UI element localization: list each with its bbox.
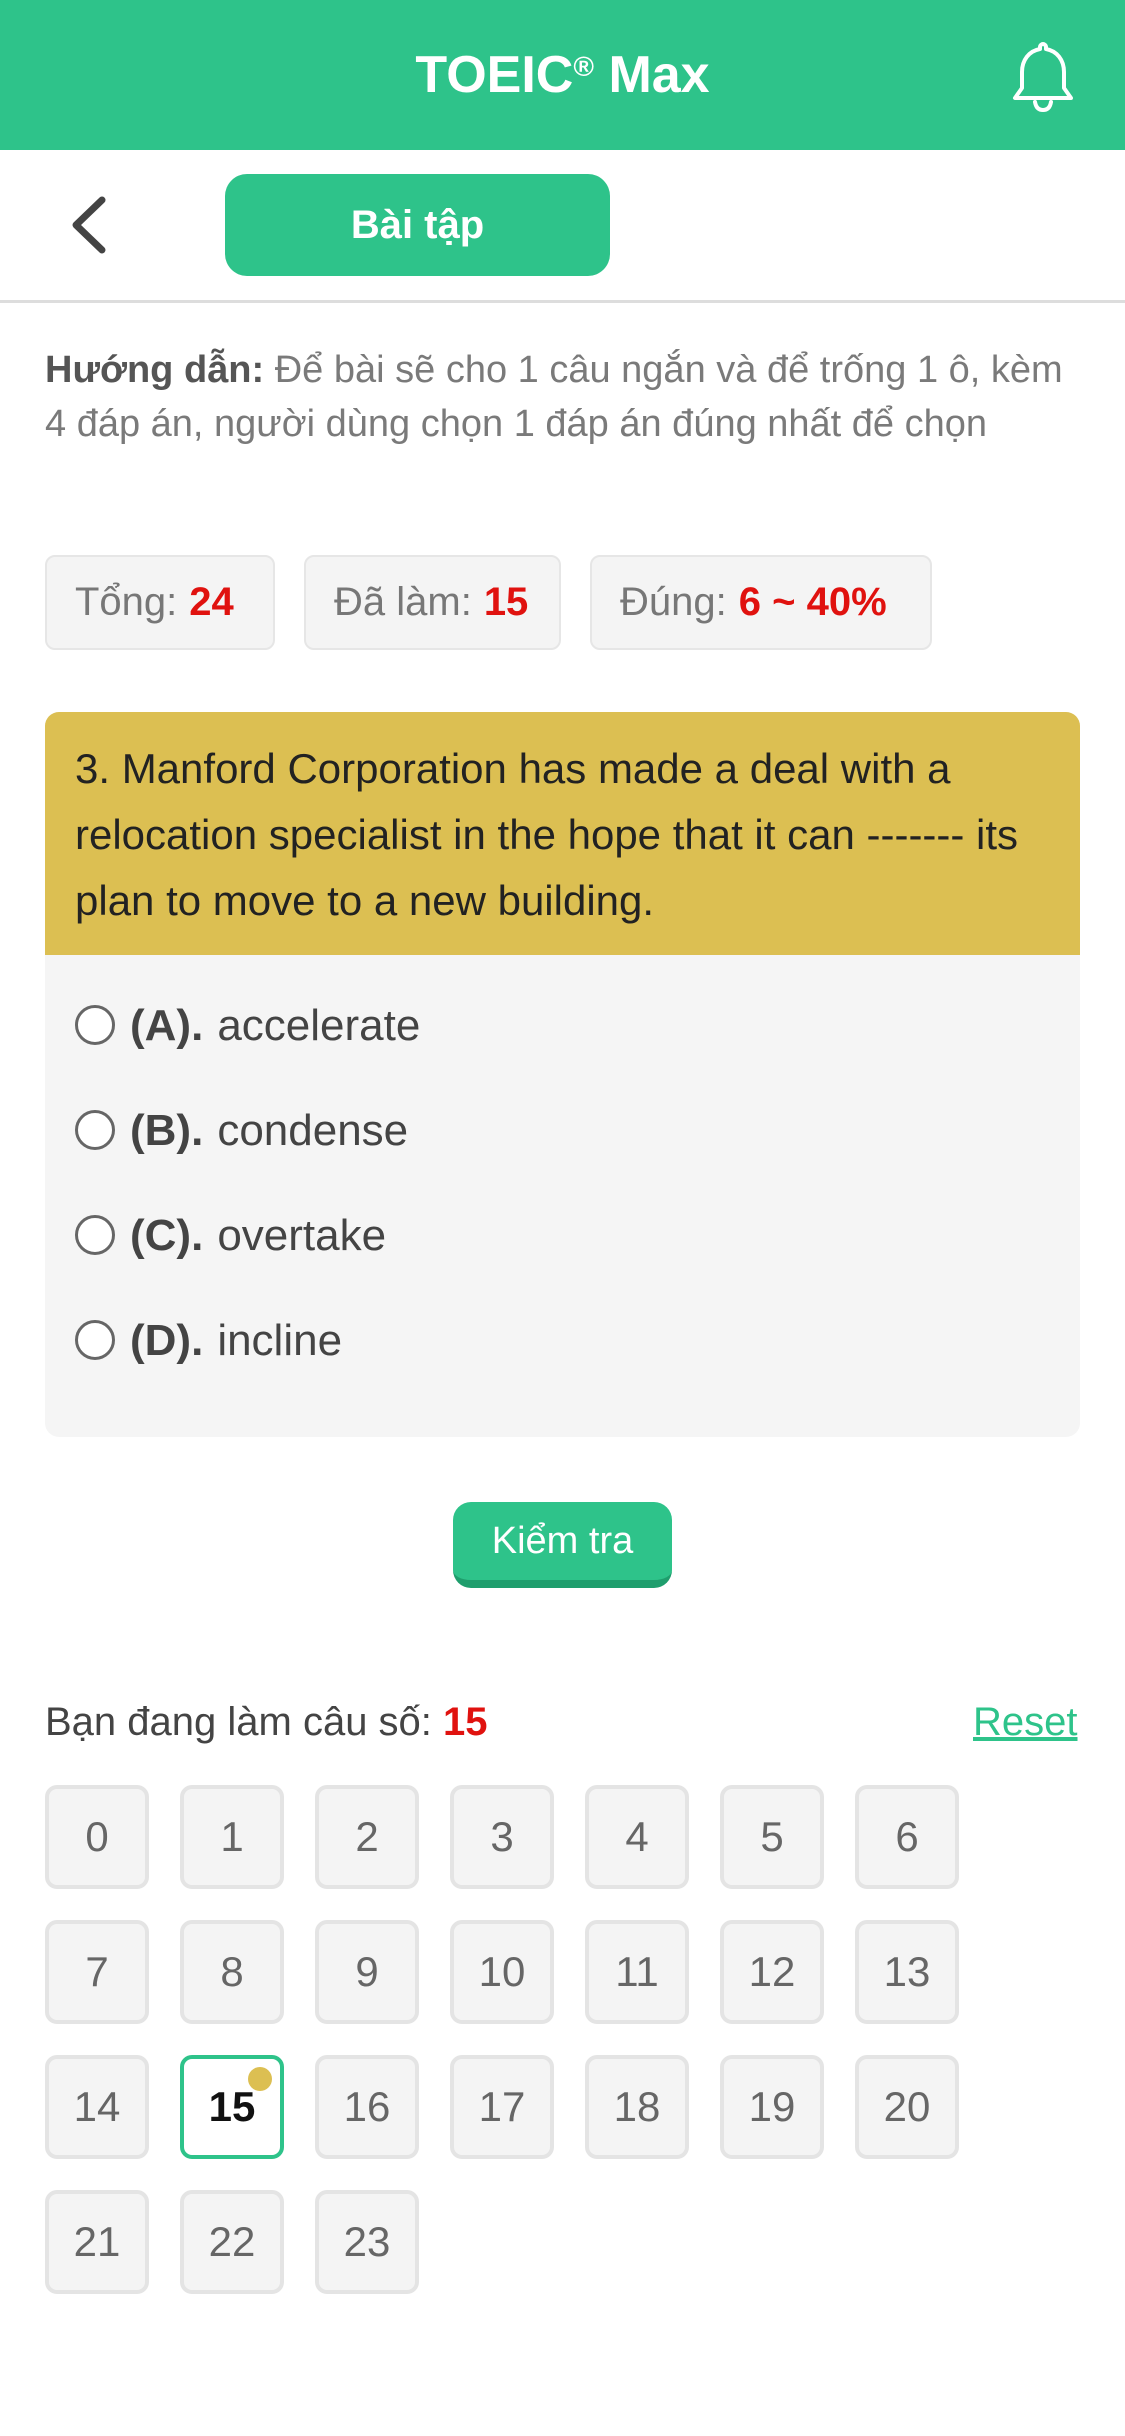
question-number-9[interactable]: 9 — [315, 1920, 419, 2024]
question-number-21[interactable]: 21 — [45, 2190, 149, 2294]
reset-link[interactable]: Reset — [973, 1700, 1078, 1745]
option-letter: (B). — [130, 1106, 204, 1155]
question-number-5[interactable]: 5 — [720, 1785, 824, 1889]
radio-button[interactable] — [75, 1215, 115, 1255]
stat-total-value: 24 — [189, 580, 234, 624]
check-button[interactable]: Kiểm tra — [453, 1502, 672, 1588]
current-marker-dot — [248, 2067, 272, 2091]
tab-exercises[interactable]: Bài tập — [225, 174, 610, 276]
option-letter: (A). — [130, 1001, 204, 1050]
radio-button[interactable] — [75, 1320, 115, 1360]
option-a[interactable]: (A). accelerate — [45, 973, 1080, 1078]
question-number-18[interactable]: 18 — [585, 2055, 689, 2159]
question-number-13[interactable]: 13 — [855, 1920, 959, 2024]
chevron-left-icon[interactable] — [62, 192, 122, 258]
option-text: overtake — [217, 1211, 387, 1260]
question-number-4[interactable]: 4 — [585, 1785, 689, 1889]
stat-done-value: 15 — [483, 580, 529, 624]
answer-options: (A). accelerate (B). condense (C). overtake… — [45, 955, 1080, 1393]
question-number-7[interactable]: 7 — [45, 1920, 149, 2024]
instructions: Hướng dẫn: Để bài sẽ cho 1 câu ngắn và đ… — [45, 343, 1080, 451]
radio-button[interactable] — [75, 1110, 115, 1150]
option-c[interactable]: (C). overtake — [45, 1183, 1080, 1288]
question-number-3[interactable]: 3 — [450, 1785, 554, 1889]
question-number-0[interactable]: 0 — [45, 1785, 149, 1889]
question-number-10[interactable]: 10 — [450, 1920, 554, 2024]
question-number-16[interactable]: 16 — [315, 2055, 419, 2159]
stat-total: Tổng: 24 — [45, 555, 275, 650]
option-text: condense — [217, 1106, 409, 1155]
question-number-1[interactable]: 1 — [180, 1785, 284, 1889]
option-letter: (C). — [130, 1211, 204, 1260]
option-text: accelerate — [217, 1001, 421, 1050]
stat-done: Đã làm: 15 — [304, 555, 561, 650]
question-number-15[interactable]: 15 — [180, 2055, 284, 2159]
instructions-lead: Hướng dẫn: — [45, 349, 265, 391]
stat-correct: Đúng: 6 ~ 40% — [590, 555, 932, 650]
question-number-17[interactable]: 17 — [450, 2055, 554, 2159]
question-card: 3. Manford Corporation has made a deal w… — [45, 712, 1080, 1437]
current-question-number: 15 — [443, 1700, 488, 1744]
option-text: incline — [217, 1316, 343, 1365]
question-number-14[interactable]: 14 — [45, 2055, 149, 2159]
bell-icon[interactable] — [1008, 38, 1078, 114]
option-d[interactable]: (D). incline — [45, 1288, 1080, 1393]
question-text: 3. Manford Corporation has made a deal w… — [45, 712, 1080, 955]
app-header: TOEIC® Max — [0, 0, 1125, 150]
sub-navigation: Bài tập — [0, 150, 1125, 303]
radio-button[interactable] — [75, 1005, 115, 1045]
question-number-22[interactable]: 22 — [180, 2190, 284, 2294]
question-number-2[interactable]: 2 — [315, 1785, 419, 1889]
question-number-8[interactable]: 8 — [180, 1920, 284, 2024]
current-question-indicator: Bạn đang làm câu số: 15 — [45, 1700, 488, 1744]
question-number-12[interactable]: 12 — [720, 1920, 824, 2024]
registered-mark: ® — [573, 51, 594, 82]
question-number-23[interactable]: 23 — [315, 2190, 419, 2294]
question-number-11[interactable]: 11 — [585, 1920, 689, 2024]
question-number-20[interactable]: 20 — [855, 2055, 959, 2159]
stat-correct-value: 6 ~ 40% — [738, 580, 887, 624]
option-b[interactable]: (B). condense — [45, 1078, 1080, 1183]
question-number-6[interactable]: 6 — [855, 1785, 959, 1889]
app-title: TOEIC® Max — [415, 46, 710, 104]
option-letter: (D). — [130, 1316, 204, 1365]
question-number-19[interactable]: 19 — [720, 2055, 824, 2159]
